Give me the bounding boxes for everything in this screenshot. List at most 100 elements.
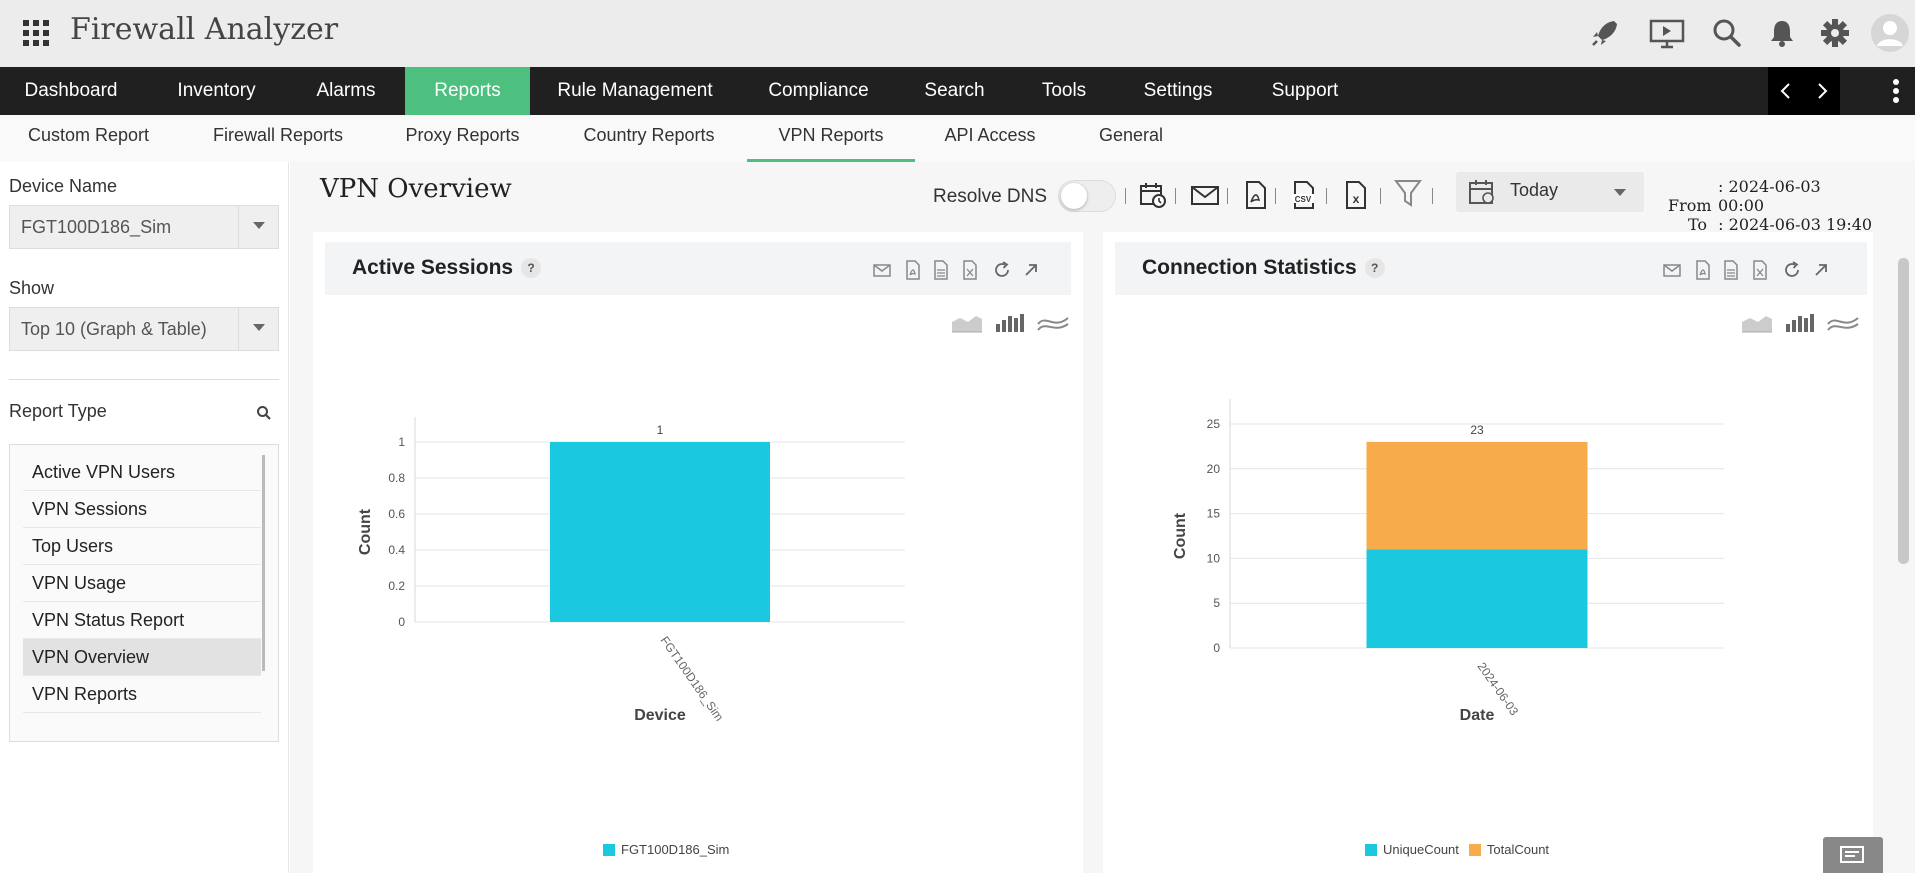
nav-reports[interactable]: Reports: [405, 67, 530, 115]
page-title: VPN Overview: [320, 174, 512, 204]
line-chart-icon[interactable]: [1826, 310, 1860, 334]
report-item-vpn-usage[interactable]: VPN Usage: [23, 565, 261, 602]
separator: [1326, 188, 1327, 204]
bell-icon[interactable]: [1765, 16, 1799, 50]
csv-icon[interactable]: CSV: [1288, 180, 1318, 210]
list-scrollbar[interactable]: [262, 455, 265, 671]
legend-item[interactable]: UniqueCount: [1365, 842, 1459, 857]
collapse-icon[interactable]: [1811, 260, 1831, 280]
bar: [1366, 441, 1588, 550]
x-axis-title: Date: [1460, 707, 1495, 724]
legend-item[interactable]: FGT100D186_Sim: [603, 842, 729, 857]
pdf-icon[interactable]: [1240, 180, 1270, 210]
filter-icon[interactable]: [1393, 178, 1423, 208]
chat-button[interactable]: [1823, 837, 1883, 873]
panel-title: Connection Statistics?: [1142, 256, 1385, 280]
help-icon[interactable]: ?: [521, 258, 542, 279]
panel-title-text: Connection Statistics: [1142, 256, 1357, 279]
report-item-top-users[interactable]: Top Users: [23, 528, 261, 565]
legend-label: FGT100D186_Sim: [621, 842, 730, 857]
device-select-caret[interactable]: [238, 206, 278, 248]
nav-settings[interactable]: Settings: [1116, 67, 1240, 115]
show-select[interactable]: Top 10 (Graph & Table): [9, 307, 279, 351]
excel-icon[interactable]: [960, 260, 980, 280]
show-select-value: Top 10 (Graph & Table): [21, 319, 207, 339]
nav-alarms[interactable]: Alarms: [291, 67, 401, 115]
y-tick-label: 0: [1213, 641, 1220, 655]
panel-header: Active Sessions?: [325, 242, 1071, 295]
nav-search[interactable]: Search: [897, 67, 1012, 115]
bar-chart-icon[interactable]: [993, 310, 1027, 334]
avatar[interactable]: [1870, 13, 1910, 53]
area-chart-icon[interactable]: [1740, 310, 1774, 334]
chevron-left-icon[interactable]: [1776, 81, 1796, 101]
device-select[interactable]: FGT100D186_Sim: [9, 205, 279, 249]
email-icon[interactable]: [1662, 260, 1682, 280]
csv-icon[interactable]: [931, 260, 951, 280]
excel-icon[interactable]: x: [1340, 180, 1370, 210]
nav-support[interactable]: Support: [1240, 67, 1370, 115]
chevron-right-icon[interactable]: [1812, 81, 1832, 101]
email-icon[interactable]: [1190, 180, 1220, 210]
subnav-firewall-reports[interactable]: Firewall Reports: [190, 115, 366, 162]
show-select-caret[interactable]: [238, 308, 278, 350]
resolve-dns-toggle[interactable]: [1058, 180, 1116, 212]
resolve-dns-label: Resolve DNS: [933, 186, 1048, 207]
subnav-custom-report[interactable]: Custom Report: [0, 115, 177, 162]
bar-chart-icon[interactable]: [1783, 310, 1817, 334]
report-item-vpn-sessions[interactable]: VPN Sessions: [23, 491, 261, 528]
nav-tools[interactable]: Tools: [1012, 67, 1116, 115]
more-vertical-icon[interactable]: [1888, 77, 1904, 105]
period-value: Today: [1510, 180, 1559, 200]
panel-header: Connection Statistics?: [1115, 242, 1867, 295]
schedule-icon[interactable]: [1138, 180, 1168, 210]
presentation-icon[interactable]: [1648, 16, 1686, 50]
search-icon[interactable]: [1710, 16, 1744, 50]
excel-icon[interactable]: [1750, 260, 1770, 280]
subnav-vpn-reports[interactable]: VPN Reports: [747, 115, 915, 162]
from-label: From: [1668, 196, 1712, 215]
subnav-api-access[interactable]: API Access: [930, 115, 1050, 162]
refresh-icon[interactable]: [1782, 260, 1802, 280]
period-select[interactable]: Today: [1456, 172, 1644, 212]
rocket-icon[interactable]: [1588, 16, 1622, 50]
from-row: From: [1668, 196, 1712, 215]
nav-inventory[interactable]: Inventory: [142, 67, 291, 115]
top-bar: Firewall Analyzer: [0, 0, 1915, 67]
email-icon[interactable]: [872, 260, 892, 280]
line-chart-icon[interactable]: [1036, 310, 1070, 334]
help-icon[interactable]: ?: [1364, 258, 1385, 279]
active-sessions-chart: 00.20.40.60.811FGT100D186_SimDeviceCount: [357, 417, 905, 724]
y-tick-label: 0.6: [388, 507, 405, 521]
separator: [1432, 188, 1433, 204]
area-chart-icon[interactable]: [950, 310, 984, 334]
nav-compliance[interactable]: Compliance: [740, 67, 897, 115]
search-icon[interactable]: [256, 405, 272, 421]
nav-dashboard[interactable]: Dashboard: [0, 67, 142, 115]
pdf-icon[interactable]: [903, 260, 923, 280]
subnav-proxy-reports[interactable]: Proxy Reports: [390, 115, 535, 162]
gear-icon[interactable]: [1818, 16, 1852, 50]
page-scrollbar[interactable]: [1898, 258, 1909, 564]
app-grid-icon[interactable]: [23, 20, 49, 46]
svg-text:CSV: CSV: [1295, 195, 1312, 204]
pdf-icon[interactable]: [1693, 260, 1713, 280]
legend-item[interactable]: TotalCount: [1468, 842, 1549, 857]
connection-statistics-panel: Connection Statistics? 0 5 10 15 20 25 23 2024-…: [1103, 232, 1873, 873]
subnav-country-reports[interactable]: Country Reports: [568, 115, 730, 162]
collapse-icon[interactable]: [1021, 260, 1041, 280]
subnav-general[interactable]: General: [1085, 115, 1177, 162]
report-item-vpn-status-report[interactable]: VPN Status Report: [23, 602, 261, 639]
separator: [1380, 188, 1381, 204]
report-item-active-vpn-users[interactable]: Active VPN Users: [23, 454, 261, 491]
refresh-icon[interactable]: [992, 260, 1012, 280]
csv-icon[interactable]: [1721, 260, 1741, 280]
legend-swatch: [603, 844, 615, 856]
chat-icon: [1840, 846, 1864, 863]
panel-title: Active Sessions?: [352, 256, 542, 280]
show-label: Show: [9, 278, 55, 298]
nav-rule-management[interactable]: Rule Management: [530, 67, 740, 115]
report-item-vpn-reports[interactable]: VPN Reports: [23, 676, 261, 713]
report-item-vpn-overview[interactable]: VPN Overview: [23, 639, 261, 676]
legend-swatch: [1365, 844, 1377, 856]
